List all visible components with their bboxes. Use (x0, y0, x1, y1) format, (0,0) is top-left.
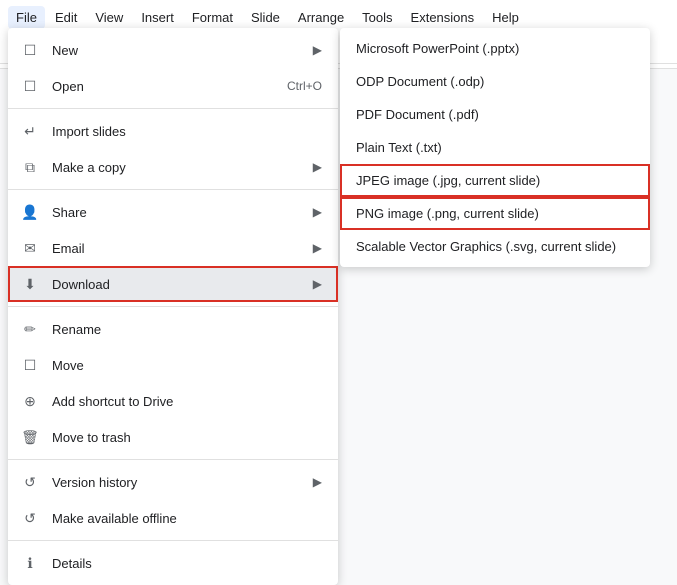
file-menu: ☐ New ▶ ☐ Open Ctrl+O ↵ Import slides ⧉ … (8, 28, 338, 585)
details-icon: ℹ (20, 553, 40, 573)
trash-label: Move to trash (52, 430, 322, 445)
file-menu-trash[interactable]: 🗑 Move to trash (8, 419, 338, 455)
separator-5 (8, 540, 338, 541)
submenu-pdf[interactable]: PDF Document (.pdf) (340, 98, 650, 131)
rename-label: Rename (52, 322, 322, 337)
submenu-svg[interactable]: Scalable Vector Graphics (.svg, current … (340, 230, 650, 263)
menu-format[interactable]: Format (184, 6, 241, 29)
file-menu-version[interactable]: ↺ Version history ▶ (8, 464, 338, 500)
move-icon: ☐ (20, 355, 40, 375)
details-label: Details (52, 556, 322, 571)
download-label: Download (52, 277, 301, 292)
import-icon: ↵ (20, 121, 40, 141)
submenu-odp[interactable]: ODP Document (.odp) (340, 65, 650, 98)
download-icon: ⬇ (20, 274, 40, 294)
version-icon: ↺ (20, 472, 40, 492)
version-arrow: ▶ (313, 475, 322, 489)
new-label: New (52, 43, 301, 58)
png-label: PNG image (.png, current slide) (356, 206, 539, 221)
version-label: Version history (52, 475, 301, 490)
open-icon: ☐ (20, 76, 40, 96)
pdf-label: PDF Document (.pdf) (356, 107, 479, 122)
rename-icon: ✏ (20, 319, 40, 339)
menu-help[interactable]: Help (484, 6, 527, 29)
submenu-txt[interactable]: Plain Text (.txt) (340, 131, 650, 164)
menu-arrange[interactable]: Arrange (290, 6, 352, 29)
menu-insert[interactable]: Insert (133, 6, 182, 29)
offline-label: Make available offline (52, 511, 322, 526)
menu-tools[interactable]: Tools (354, 6, 400, 29)
offline-icon: ↺ (20, 508, 40, 528)
file-menu-offline[interactable]: ↺ Make available offline (8, 500, 338, 536)
copy-label: Make a copy (52, 160, 301, 175)
pptx-label: Microsoft PowerPoint (.pptx) (356, 41, 519, 56)
share-arrow: ▶ (313, 205, 322, 219)
separator-4 (8, 459, 338, 460)
submenu-pptx[interactable]: Microsoft PowerPoint (.pptx) (340, 32, 650, 65)
email-label: Email (52, 241, 301, 256)
separator-2 (8, 189, 338, 190)
txt-label: Plain Text (.txt) (356, 140, 442, 155)
new-icon: ☐ (20, 40, 40, 60)
shortcut-label: Add shortcut to Drive (52, 394, 322, 409)
file-menu-details[interactable]: ℹ Details (8, 545, 338, 581)
email-arrow: ▶ (313, 241, 322, 255)
menu-bar: File Edit View Insert Format Slide Arran… (0, 4, 677, 31)
jpg-label: JPEG image (.jpg, current slide) (356, 173, 540, 188)
file-menu-move[interactable]: ☐ Move (8, 347, 338, 383)
separator-1 (8, 108, 338, 109)
svg-label: Scalable Vector Graphics (.svg, current … (356, 239, 616, 254)
file-menu-new[interactable]: ☐ New ▶ (8, 32, 338, 68)
menu-extensions[interactable]: Extensions (403, 6, 483, 29)
menu-file[interactable]: File (8, 6, 45, 29)
menu-view[interactable]: View (87, 6, 131, 29)
copy-arrow: ▶ (313, 160, 322, 174)
submenu-png[interactable]: PNG image (.png, current slide) (340, 197, 650, 230)
shortcut-icon: ⊕ (20, 391, 40, 411)
move-label: Move (52, 358, 322, 373)
email-icon: ✉ (20, 238, 40, 258)
file-menu-shortcut[interactable]: ⊕ Add shortcut to Drive (8, 383, 338, 419)
file-menu-rename[interactable]: ✏ Rename (8, 311, 338, 347)
file-menu-copy[interactable]: ⧉ Make a copy ▶ (8, 149, 338, 185)
menu-edit[interactable]: Edit (47, 6, 85, 29)
new-arrow: ▶ (313, 43, 322, 57)
download-arrow: ▶ (313, 277, 322, 291)
trash-icon: 🗑 (20, 427, 40, 447)
separator-3 (8, 306, 338, 307)
open-shortcut: Ctrl+O (287, 79, 322, 93)
share-icon: 👤 (20, 202, 40, 222)
file-menu-open[interactable]: ☐ Open Ctrl+O (8, 68, 338, 104)
file-menu-share[interactable]: 👤 Share ▶ (8, 194, 338, 230)
copy-icon: ⧉ (20, 157, 40, 177)
odp-label: ODP Document (.odp) (356, 74, 484, 89)
file-menu-email[interactable]: ✉ Email ▶ (8, 230, 338, 266)
download-submenu: Microsoft PowerPoint (.pptx) ODP Documen… (340, 28, 650, 267)
menu-slide[interactable]: Slide (243, 6, 288, 29)
submenu-jpg[interactable]: JPEG image (.jpg, current slide) (340, 164, 650, 197)
share-label: Share (52, 205, 301, 220)
file-menu-download[interactable]: ⬇ Download ▶ (8, 266, 338, 302)
open-label: Open (52, 79, 275, 94)
import-label: Import slides (52, 124, 322, 139)
file-menu-import[interactable]: ↵ Import slides (8, 113, 338, 149)
